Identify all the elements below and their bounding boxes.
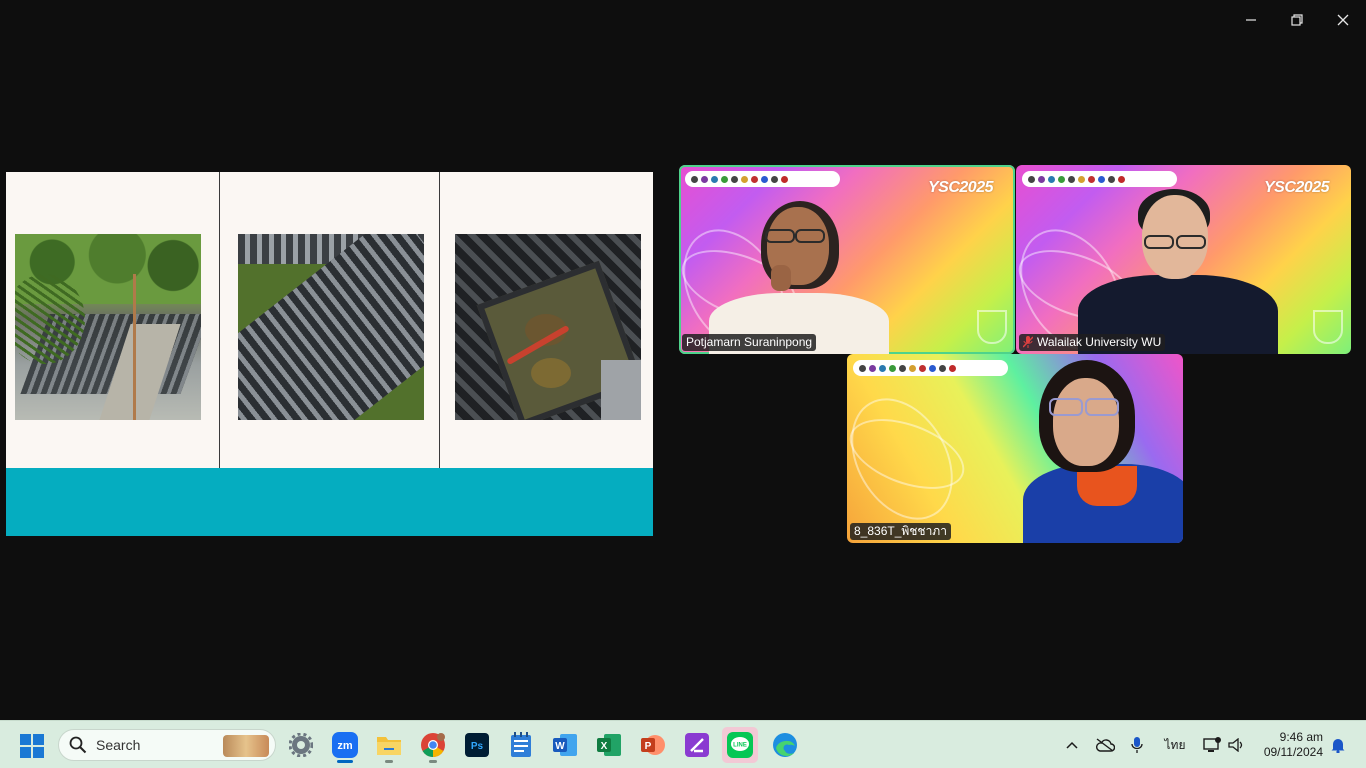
photoshop-icon: Ps [465, 733, 489, 757]
microphone-icon [1131, 737, 1143, 753]
participant-name-label: Walailak University WU [1019, 334, 1166, 351]
tray-onedrive-button[interactable] [1093, 729, 1117, 761]
powerpoint-icon: P [641, 735, 665, 755]
notifications-button[interactable] [1328, 729, 1348, 761]
tray-microphone-button[interactable] [1127, 729, 1147, 761]
restore-button[interactable] [1274, 0, 1320, 40]
taskbar-app-chrome[interactable] [415, 727, 451, 763]
slide-divider [439, 172, 440, 468]
volume-icon [1228, 738, 1243, 752]
video-tile-participant-3[interactable]: 8_836T_พิชชาภา [847, 354, 1183, 543]
zoom-icon: zm [332, 732, 358, 758]
svg-text:W: W [555, 741, 565, 752]
tray-show-hidden-button[interactable] [1062, 729, 1082, 761]
minimize-icon [1246, 19, 1256, 21]
close-button[interactable] [1320, 0, 1366, 40]
participant-name-label: Potjamarn Suraninpong [682, 334, 817, 351]
window-controls [1228, 0, 1366, 40]
minimize-button[interactable] [1228, 0, 1274, 40]
notepad-icon [511, 732, 531, 757]
taskbar-app-edge[interactable] [767, 727, 803, 763]
garden-crate-farm-photo [15, 234, 201, 420]
chevron-up-icon [1066, 741, 1078, 749]
search-icon [69, 736, 87, 754]
tray-network-button[interactable] [1199, 729, 1225, 761]
line-icon: LINE [727, 732, 753, 758]
windows-taskbar: Search zm Ps W X P LINE ไทย 9:46 am 09/1… [0, 720, 1366, 768]
cloud-off-icon [1096, 738, 1115, 752]
pond-floating-crates-photo [238, 234, 424, 420]
event-logo: YSC2025 [928, 179, 994, 196]
word-icon: W [553, 734, 577, 756]
taskbar-app-word[interactable]: W [547, 727, 583, 763]
taskbar-app-excel[interactable]: X [591, 727, 627, 763]
sponsor-logos-banner [685, 171, 840, 187]
network-icon [1203, 737, 1221, 752]
video-tile-participant-2[interactable]: YSC2025 Walailak University WU [1016, 165, 1351, 354]
taskbar-search-box[interactable]: Search [58, 729, 276, 761]
clock-time: 9:46 am [1279, 730, 1323, 744]
shared-screen-slide[interactable] [6, 172, 653, 536]
participant-name-label: 8_836T_พิชชาภา [850, 523, 951, 540]
zoom-meeting-window: YSC2025 Potjamarn Suraninpong YSC2025 Wa… [0, 0, 1366, 720]
slide-divider [219, 172, 220, 468]
taskbar-app-notepad[interactable] [503, 727, 539, 763]
video-tile-participant-1[interactable]: YSC2025 Potjamarn Suraninpong [679, 165, 1015, 354]
taskbar-app-line[interactable]: LINE [722, 727, 758, 763]
taskbar-app-zoom[interactable]: zm [327, 727, 363, 763]
gear-icon [289, 733, 313, 757]
slide-footer-bar [6, 468, 653, 536]
windows-start-icon[interactable] [19, 733, 45, 759]
taskbar-clock[interactable]: 9:46 am 09/11/2024 [1264, 730, 1323, 760]
svg-text:LINE: LINE [733, 743, 747, 749]
close-icon [1337, 14, 1349, 26]
svg-text:P: P [645, 741, 652, 752]
crab-in-crate-photo [455, 234, 641, 420]
svg-text:Ps: Ps [471, 741, 484, 752]
tray-volume-button[interactable] [1226, 729, 1248, 761]
event-logo: YSC2025 [1264, 179, 1330, 196]
edge-icon [773, 733, 797, 757]
tray-language-button[interactable]: ไทย [1158, 729, 1192, 761]
restore-icon [1291, 14, 1303, 26]
svg-text:X: X [601, 741, 608, 752]
sponsor-logos-banner [1022, 171, 1177, 187]
chrome-icon [421, 733, 445, 757]
mic-muted-icon [1023, 336, 1033, 348]
taskbar-app-file-explorer[interactable] [371, 727, 407, 763]
excel-icon: X [597, 734, 621, 756]
search-highlight-image [223, 735, 269, 757]
taskbar-app-photoshop[interactable]: Ps [459, 727, 495, 763]
taskbar-app-onenote[interactable] [679, 727, 715, 763]
folder-icon [377, 737, 401, 755]
bell-icon [1331, 739, 1345, 753]
search-label: Search [96, 737, 141, 753]
taskbar-app-settings[interactable] [283, 727, 319, 763]
svg-text:zm: zm [337, 740, 353, 752]
sponsor-logos-banner [853, 360, 1008, 376]
clock-date: 09/11/2024 [1263, 745, 1323, 759]
taskbar-app-powerpoint[interactable]: P [635, 727, 671, 763]
onenote-icon [685, 733, 709, 757]
